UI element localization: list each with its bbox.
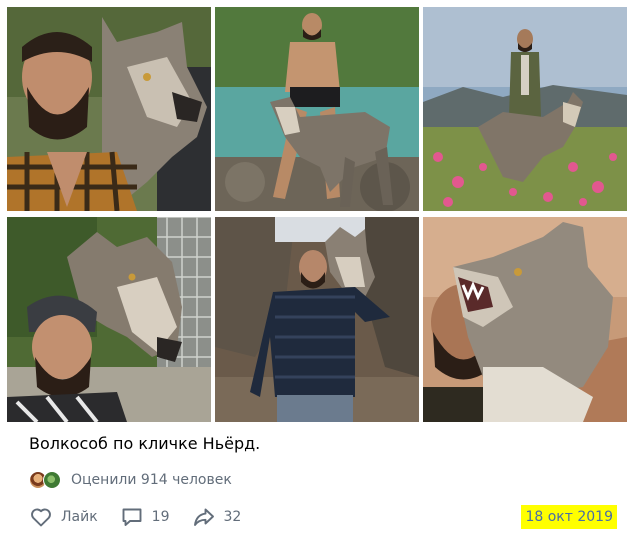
- photo-5[interactable]: [215, 217, 419, 422]
- heart-icon: [31, 508, 51, 527]
- photo-4[interactable]: [7, 217, 211, 422]
- photo-2[interactable]: [215, 7, 419, 211]
- photo-gallery: [7, 7, 627, 422]
- post-caption: Волкособ по кличке Ньёрд.: [29, 434, 261, 453]
- like-label: Лайк: [61, 509, 98, 525]
- comments-count: 19: [151, 509, 170, 525]
- likers-summary[interactable]: Оценили 914 человек: [29, 469, 232, 491]
- photo-1[interactable]: [7, 7, 211, 211]
- photo-6[interactable]: [423, 217, 627, 422]
- share-button[interactable]: 32: [192, 505, 242, 529]
- liker-avatar: [43, 471, 61, 489]
- post-actions: Лайк 19 32: [29, 504, 263, 530]
- wall-post: Волкособ по кличке Ньёрд. Оценили 914 че…: [0, 0, 640, 538]
- post-date-link[interactable]: 18 окт 2019: [521, 505, 617, 529]
- share-icon: [193, 508, 214, 526]
- comment-icon: [122, 508, 142, 526]
- shares-count: 32: [223, 509, 242, 525]
- like-button[interactable]: Лайк: [29, 505, 98, 529]
- comment-button[interactable]: 19: [120, 505, 170, 529]
- likers-text[interactable]: Оценили 914 человек: [71, 472, 232, 488]
- photo-3[interactable]: [423, 7, 627, 211]
